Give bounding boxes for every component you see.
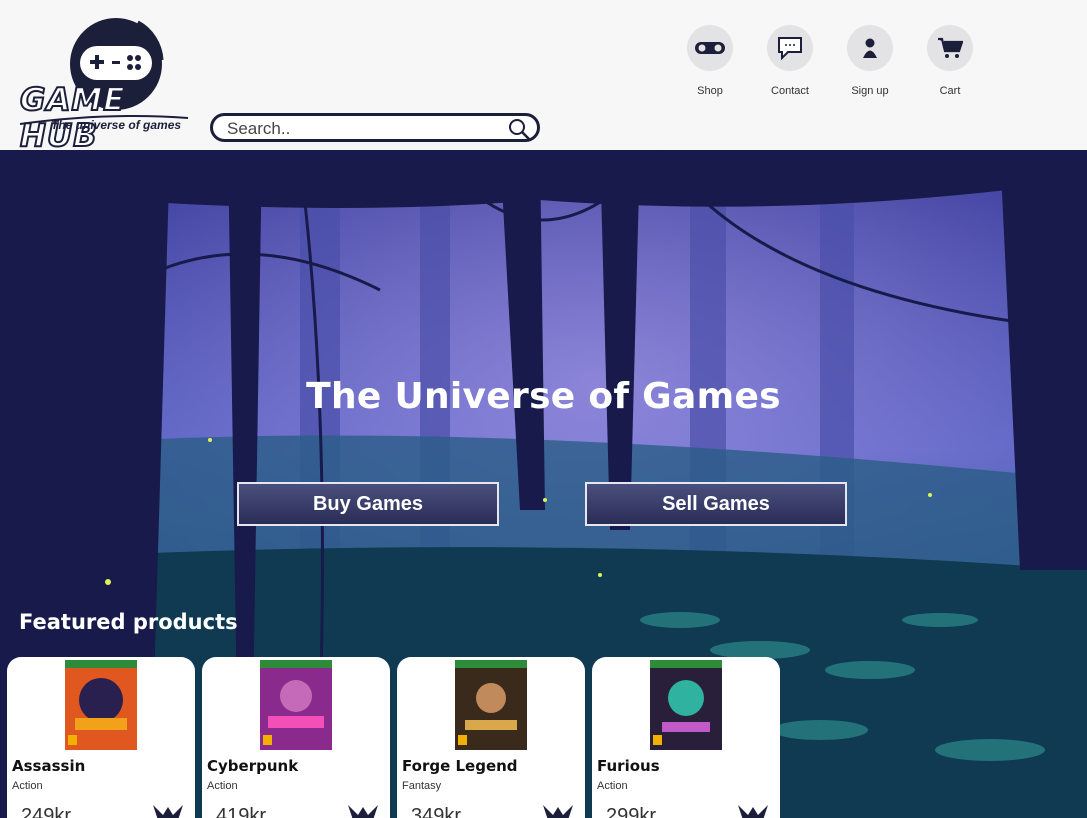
search-bar (210, 113, 540, 142)
site-header: GAME HUB The universe of games Shop Cont… (0, 0, 1087, 155)
nav-signup[interactable]: Sign up (830, 25, 910, 97)
product-name: Forge Legend (402, 757, 518, 775)
add-to-cart-icon[interactable] (541, 801, 575, 818)
product-cover-image (650, 660, 722, 750)
nav-shop-label: Shop (697, 85, 723, 97)
product-card[interactable]: Forge Legend Fantasy 349kr (397, 657, 585, 818)
product-name: Assassin (12, 757, 86, 775)
product-cover-image (65, 660, 137, 750)
product-cover-image (260, 660, 332, 750)
product-name: Furious (597, 757, 660, 775)
product-card[interactable]: Cyberpunk Action 419kr (202, 657, 390, 818)
nav-contact[interactable]: Contact (750, 25, 830, 97)
product-genre: Action (12, 780, 43, 792)
product-price: 249kr (21, 805, 72, 818)
nav-shop[interactable]: Shop (670, 25, 750, 97)
add-to-cart-icon[interactable] (736, 801, 770, 818)
chat-icon (767, 25, 813, 71)
product-price: 299kr (606, 805, 657, 818)
product-list: Assassin Action 249kr Cyberpunk Action 4… (7, 657, 787, 818)
game-hub-logo[interactable]: GAME HUB The universe of games (18, 16, 208, 155)
product-card[interactable]: Furious Action 299kr (592, 657, 780, 818)
product-genre: Action (207, 780, 238, 792)
nav-signup-label: Sign up (851, 85, 889, 97)
sell-games-button[interactable]: Sell Games (585, 482, 847, 526)
product-price: 419kr (216, 805, 267, 818)
product-price: 349kr (411, 805, 462, 818)
search-input[interactable] (225, 118, 499, 140)
brand-tagline: The universe of games (51, 118, 182, 132)
product-genre: Fantasy (402, 780, 442, 792)
product-card[interactable]: Assassin Action 249kr (7, 657, 195, 818)
nav-contact-label: Contact (771, 85, 809, 97)
user-icon (847, 25, 893, 71)
product-cover-image (455, 660, 527, 750)
featured-heading: Featured products (19, 610, 238, 634)
cart-icon (927, 25, 973, 71)
buy-games-button[interactable]: Buy Games (237, 482, 499, 526)
hero-section: The Universe of Games Buy Games Sell Gam… (0, 150, 1087, 818)
add-to-cart-icon[interactable] (151, 801, 185, 818)
nav-cart[interactable]: Cart (910, 25, 990, 97)
gamepad-icon (687, 25, 733, 71)
add-to-cart-icon[interactable] (346, 801, 380, 818)
nav-cart-label: Cart (939, 85, 961, 97)
hero-title: The Universe of Games (306, 376, 781, 417)
product-name: Cyberpunk (207, 757, 299, 775)
main-nav: Shop Contact Sign up Cart (670, 25, 990, 97)
search-icon[interactable] (507, 117, 531, 141)
product-genre: Action (597, 780, 628, 792)
